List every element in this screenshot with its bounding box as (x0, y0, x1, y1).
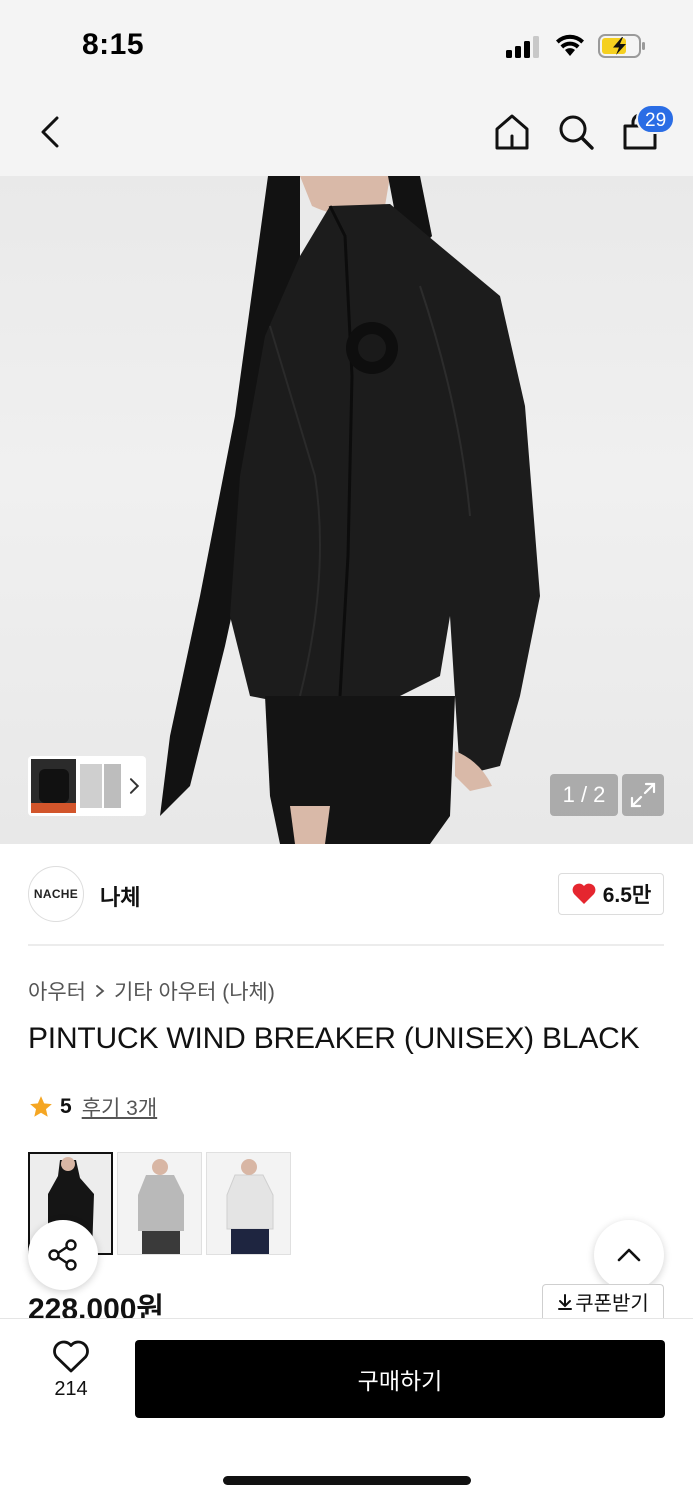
breadcrumb-item-other-outer[interactable]: 기타 아우터 (나체) (114, 976, 275, 1006)
star-icon (30, 1096, 52, 1117)
heart-filled-icon (572, 883, 596, 904)
coupon-label: 쿠폰받기 (575, 1293, 649, 1315)
color-option-white[interactable] (206, 1152, 291, 1255)
status-time: 8:15 (82, 28, 145, 61)
category-breadcrumb: 아우터 기타 아우터 (나체) (28, 976, 275, 1006)
buy-button[interactable]: 구매하기 (135, 1340, 665, 1418)
reviews-link[interactable]: 후기 3개 (82, 1092, 157, 1122)
chevron-up-icon (617, 1248, 641, 1262)
search-button[interactable] (552, 108, 600, 156)
top-navigation (0, 88, 693, 176)
product-photo (160, 176, 540, 844)
search-icon (559, 115, 594, 150)
home-indicator (223, 1476, 471, 1485)
share-icon (48, 1239, 77, 1271)
coupon-download-button[interactable]: 쿠폰받기 (542, 1284, 664, 1318)
product-price: 228,000원 (28, 1293, 165, 1318)
share-button[interactable] (28, 1220, 98, 1290)
gallery-thumbnail-strip[interactable] (28, 756, 146, 816)
back-button[interactable] (26, 108, 74, 156)
rating-score: 5 (60, 1095, 72, 1118)
product-rating: 5 후기 3개 (28, 1092, 157, 1122)
chevron-right-icon (130, 778, 140, 794)
heart-outline-icon (53, 1340, 89, 1373)
wishlist-button[interactable]: 214 (40, 1340, 102, 1416)
wifi-icon (556, 34, 584, 56)
section-divider (28, 944, 664, 946)
brand-logo[interactable]: NACHE (28, 866, 84, 922)
color-option-gray[interactable] (117, 1152, 202, 1255)
gallery-thumbnail-2[interactable] (80, 764, 102, 808)
status-bar: 8:15 (0, 0, 693, 88)
chevron-left-icon (41, 116, 59, 148)
chevron-right-icon (96, 985, 105, 997)
battery-charging-icon (598, 34, 645, 58)
brand-like-count: 6.5만 (602, 884, 652, 907)
cart-count-badge: 29 (636, 104, 676, 134)
gallery-thumbnail-3[interactable] (103, 764, 122, 808)
brand-name[interactable]: 나체 (100, 880, 140, 912)
product-title: PINTUCK WIND BREAKER (UNISEX) BLACK (28, 1022, 640, 1055)
product-image-gallery[interactable] (0, 176, 693, 844)
cellular-signal-icon (506, 36, 542, 58)
download-icon (558, 1293, 573, 1310)
brand-like-button[interactable]: 6.5만 (558, 873, 664, 915)
gallery-thumbnail-1[interactable] (31, 759, 77, 813)
scroll-to-top-button[interactable] (594, 1220, 664, 1290)
expand-icon (630, 782, 656, 808)
wishlist-count: 214 (54, 1378, 88, 1400)
home-icon (495, 114, 529, 150)
home-button[interactable] (488, 108, 536, 156)
image-page-indicator: 1 / 2 (550, 774, 618, 816)
expand-image-button[interactable] (622, 774, 664, 816)
breadcrumb-item-outer[interactable]: 아우터 (28, 976, 86, 1006)
